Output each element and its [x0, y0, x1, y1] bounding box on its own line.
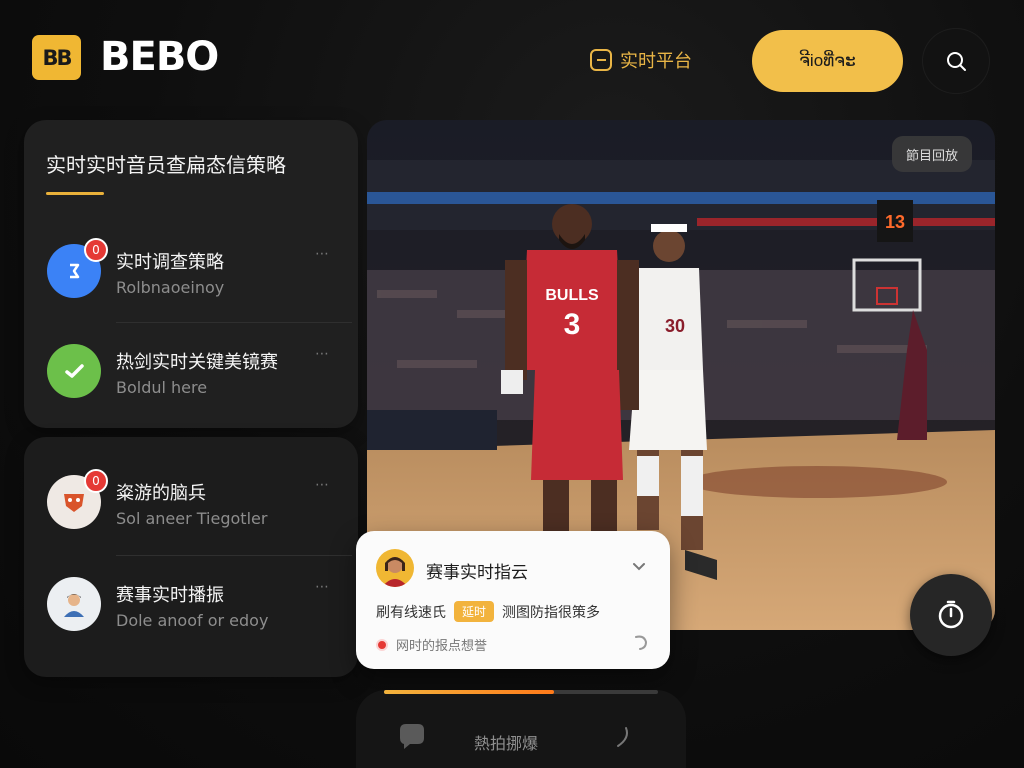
avatar — [47, 344, 101, 398]
panel-title: 实时实时音员查扁态信策略 — [46, 153, 286, 177]
list-item[interactable]: 0 粢游的脑兵 Sol aneer Tiegotler ⋯ — [24, 457, 358, 549]
player-2-jersey: 30 — [665, 316, 685, 336]
bottom-bar-label: 熱拍挪爆 — [474, 734, 539, 753]
notification-badge: 0 — [84, 238, 108, 262]
more-icon[interactable]: ⋯ — [315, 346, 330, 362]
live-platform-label: 实时平台 — [620, 51, 692, 72]
mascot-icon — [64, 494, 84, 512]
item-subtitle: Dole anoof or edoy — [116, 611, 269, 630]
event-card-info: 刷有线速氏 延时 测图防指很策多 — [376, 601, 600, 622]
event-card-footer: 网时的报点想誉 — [376, 635, 487, 654]
more-icon[interactable]: ⋯ — [315, 477, 330, 493]
strategy-icon — [70, 263, 80, 279]
list-item[interactable]: 0 实时调查策略 Rolbnaoeinoy ⋯ — [24, 226, 358, 318]
list-item[interactable]: 热剑实时关键美镜赛 Boldul here ⋯ — [24, 326, 358, 418]
check-icon — [65, 364, 84, 378]
event-info-left: 刷有线速氏 — [376, 604, 446, 621]
logo-text[interactable]: BEBO — [100, 34, 219, 80]
live-platform-link[interactable]: 实时平台 — [590, 47, 692, 73]
replay-badge[interactable]: 節目回放 — [892, 136, 972, 172]
more-icon[interactable]: ⋯ — [315, 579, 330, 595]
event-popup-card[interactable]: 赛事实时指云 刷有线速氏 延时 测图防指很策多 网时的报点想誉 — [356, 531, 670, 669]
item-subtitle: Sol aneer Tiegotler — [116, 509, 268, 528]
avatar — [376, 549, 414, 587]
item-title: 热剑实时关键美镜赛 — [116, 352, 278, 373]
event-info-right: 测图防指很策多 — [502, 604, 601, 621]
item-title: 赛事实时播振 — [116, 585, 224, 606]
status-badge: 延时 — [454, 601, 495, 622]
live-platform-icon — [590, 49, 612, 71]
timer-button[interactable] — [910, 574, 992, 656]
scoreboard-display: 13 — [885, 212, 905, 232]
chevron-right-icon[interactable] — [612, 724, 634, 754]
player-1-team: BULLS — [545, 287, 599, 304]
more-icon[interactable]: ⋯ — [315, 246, 330, 262]
user-avatar-icon — [64, 594, 84, 617]
search-button[interactable] — [922, 28, 990, 94]
notification-badge: 0 — [84, 469, 108, 493]
item-subtitle: Boldul here — [116, 378, 208, 397]
refresh-icon[interactable] — [632, 633, 650, 655]
item-subtitle: Rolbnaoeinoy — [116, 278, 225, 297]
event-card-title: 赛事实时指云 — [426, 563, 528, 583]
logo-mark[interactable]: BB — [32, 35, 81, 80]
divider — [116, 322, 352, 323]
list-item[interactable]: 赛事实时播振 Dole anoof or edoy ⋯ — [24, 559, 358, 651]
item-title: 实时调查策略 — [116, 252, 224, 273]
live-dot-icon — [376, 638, 388, 651]
divider — [116, 555, 352, 556]
progress-bar[interactable] — [384, 690, 658, 694]
search-icon — [947, 52, 966, 71]
user-avatar-icon — [382, 557, 408, 587]
title-underline — [46, 192, 104, 195]
item-title: 粢游的脑兵 — [116, 483, 206, 504]
event-footer-text: 网时的报点想誉 — [396, 639, 488, 654]
progress-fill — [384, 690, 554, 694]
strategy-panel: 实时实时音员查扁态信策略 0 实时调查策略 Rolbnaoeinoy ⋯ 热剑实… — [24, 120, 358, 428]
cta-button[interactable]: ຈີ​ioທີ່ຈະ — [752, 30, 903, 92]
bottom-player-bar[interactable]: 熱拍挪爆 — [356, 690, 686, 768]
timer-icon — [938, 600, 964, 629]
player-1-jersey: 3 — [564, 308, 581, 341]
chat-icon[interactable] — [396, 720, 428, 756]
avatar — [47, 577, 101, 631]
chevron-down-icon[interactable] — [632, 557, 646, 576]
recommend-panel: 0 粢游的脑兵 Sol aneer Tiegotler ⋯ 赛事实时播振 Dol… — [24, 437, 358, 677]
